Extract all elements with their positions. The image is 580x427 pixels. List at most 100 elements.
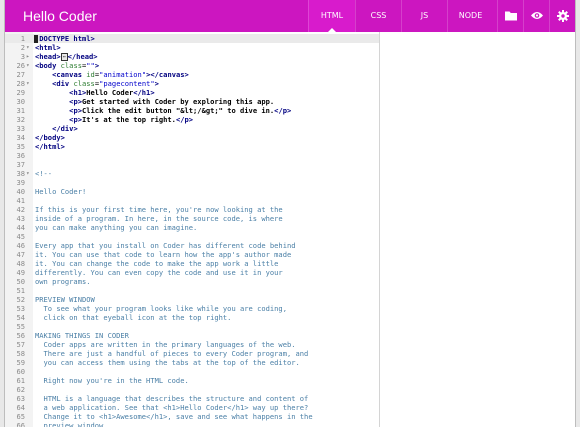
line-number: 65 [16, 412, 25, 421]
tab-node[interactable]: NODE [447, 0, 493, 32]
code-line[interactable]: 31 <p>Click the edit button "&lt;/&gt;" … [5, 106, 379, 115]
code-line[interactable]: 33 </div> [5, 124, 379, 133]
code-line[interactable]: 49 differently. You can even copy the cod… [5, 268, 379, 277]
code-line[interactable]: 48 it. You can change the code to make th… [5, 259, 379, 268]
line-number: 63 [16, 394, 25, 403]
code-line[interactable]: 37 [5, 160, 379, 169]
folder-icon [505, 11, 517, 21]
code-line[interactable]: 47 it. You can use that code to learn how… [5, 250, 379, 259]
code-line[interactable]: 53 To see what your program looks like w… [5, 304, 379, 313]
line-number: 66 [16, 421, 25, 427]
line-number: 53 [16, 304, 25, 313]
fold-toggle-icon[interactable]: ▾ [26, 169, 30, 178]
code-line[interactable]: 51 [5, 286, 379, 295]
code-line[interactable]: 32 <p>It's at the top right.</p> [5, 115, 379, 124]
code-line[interactable]: 42 If this is your first time here, you'r… [5, 205, 379, 214]
line-number: 30 [16, 97, 25, 106]
code-text: Coder apps are written in the primary la… [35, 340, 296, 349]
code-line[interactable]: 55 [5, 322, 379, 331]
code-line[interactable]: 28 ▾ <div class="pagecontent"> [5, 79, 379, 88]
code-line[interactable]: 39 [5, 178, 379, 187]
tab-css[interactable]: CSS [355, 0, 401, 32]
line-number: 42 [16, 205, 25, 214]
code-line[interactable]: 59 you can access them using the tabs at… [5, 358, 379, 367]
code-line[interactable]: 50 own programs. [5, 277, 379, 286]
code-line[interactable]: 44 you can make anything you can imagine. [5, 223, 379, 232]
line-number: 62 [16, 385, 25, 394]
line-number: 1 [20, 34, 25, 43]
code-editor[interactable]: 1 !DOCTYPE html> 2 ▾ <html> 3 ▸ <head> ↔ </head> 2… [5, 32, 380, 427]
code-line[interactable]: 54 click on that eyeball icon at the top… [5, 313, 379, 322]
code-text: <head> ↔ </head> [35, 52, 98, 61]
line-number: 31 [16, 106, 25, 115]
code-line[interactable]: 43 inside of a program. In here, in the s… [5, 214, 379, 223]
code-text: <body class=""> [35, 61, 100, 70]
open-folder-button[interactable] [497, 0, 523, 32]
line-number: 46 [16, 241, 25, 250]
gear-icon [557, 10, 569, 22]
code-line[interactable]: 63 HTML is a language that describes the… [5, 394, 379, 403]
code-line[interactable]: 36 [5, 151, 379, 160]
code-line[interactable]: 26 ▾ <body class=""> [5, 61, 379, 70]
code-line[interactable]: 1 !DOCTYPE html> [5, 34, 379, 43]
code-line[interactable]: 38 ▾ <!-- [5, 169, 379, 178]
code-text: PREVIEW WINDOW [35, 295, 95, 304]
line-number: 41 [16, 196, 25, 205]
tab-html[interactable]: HTML [308, 0, 355, 32]
line-number: 49 [16, 268, 25, 277]
code-line[interactable]: 57 Coder apps are written in the primary… [5, 340, 379, 349]
code-text: you can access them using the tabs at th… [35, 358, 300, 367]
code-text: you can make anything you can imagine. [35, 223, 198, 232]
code-line[interactable]: 2 ▾ <html> [5, 43, 379, 52]
coder-window: Hello Coder HTML CSS JS NODE 1 !DOCTYPE … [4, 0, 576, 427]
code-line[interactable]: 46 Every app that you install on Coder ha… [5, 241, 379, 250]
code-line[interactable]: 65 Change it to <h1>Awesome</h1>, save a… [5, 412, 379, 421]
code-line[interactable]: 58 There are just a handful of pieces to… [5, 349, 379, 358]
code-text: Hello Coder! [35, 187, 87, 196]
code-line[interactable]: 29 <h1>Hello Coder</h1> [5, 88, 379, 97]
line-number: 56 [16, 331, 25, 340]
code-line[interactable]: 52 PREVIEW WINDOW [5, 295, 379, 304]
line-number: 52 [16, 295, 25, 304]
preview-button[interactable] [523, 0, 549, 32]
code-text: HTML is a language that describes the st… [35, 394, 309, 403]
code-line[interactable]: 35 </html> [5, 142, 379, 151]
line-number: 27 [16, 70, 25, 79]
code-text: <div class="pagecontent"> [52, 79, 159, 88]
fold-toggle-icon[interactable]: ▸ [26, 52, 30, 61]
code-line[interactable]: 62 [5, 385, 379, 394]
code-text: </html> [35, 142, 65, 151]
code-text: <p>Click the edit button "&lt;/&gt;" to … [69, 106, 292, 115]
code-text: a web application. See that <h1>Hello Co… [35, 403, 309, 412]
code-line[interactable]: 45 [5, 232, 379, 241]
code-text: Every app that you install on Coder has … [35, 241, 296, 250]
settings-button[interactable] [549, 0, 575, 32]
code-line[interactable]: 41 [5, 196, 379, 205]
code-text: it. You can change the code to make the … [35, 259, 279, 268]
code-line[interactable]: 56 MAKING THINGS IN CODER [5, 331, 379, 340]
code-line[interactable]: 27 <canvas id="animation"></canvas> [5, 70, 379, 79]
line-number: 48 [16, 259, 25, 268]
text-cursor [34, 35, 38, 43]
line-number: 2 [20, 43, 25, 52]
fold-toggle-icon[interactable]: ▾ [26, 43, 30, 52]
code-text: There are just a handful of pieces to ev… [35, 349, 309, 358]
fold-toggle-icon[interactable]: ▾ [26, 79, 30, 88]
fold-toggle-icon[interactable]: ▾ [26, 61, 30, 70]
code-line[interactable]: 3 ▸ <head> ↔ </head> [5, 52, 379, 61]
line-number: 55 [16, 322, 25, 331]
tab-js[interactable]: JS [401, 0, 447, 32]
code-text: If this is your first time here, you're … [35, 205, 283, 214]
line-number: 57 [16, 340, 25, 349]
code-line[interactable]: 66 preview window. [5, 421, 379, 427]
eye-icon [531, 12, 543, 19]
code-line[interactable]: 40 Hello Coder! [5, 187, 379, 196]
code-line[interactable]: 60 [5, 367, 379, 376]
code-line[interactable]: 64 a web application. See that <h1>Hello… [5, 403, 379, 412]
top-bar: Hello Coder HTML CSS JS NODE [5, 0, 575, 32]
code-line[interactable]: 30 <p>Get started with Coder by explorin… [5, 97, 379, 106]
code-text: Right now you're in the HTML code. [35, 376, 189, 385]
code-text: Change it to <h1>Awesome</h1>, save and … [35, 412, 313, 421]
code-line[interactable]: 61 Right now you're in the HTML code. [5, 376, 379, 385]
code-line[interactable]: 34 </body> [5, 133, 379, 142]
